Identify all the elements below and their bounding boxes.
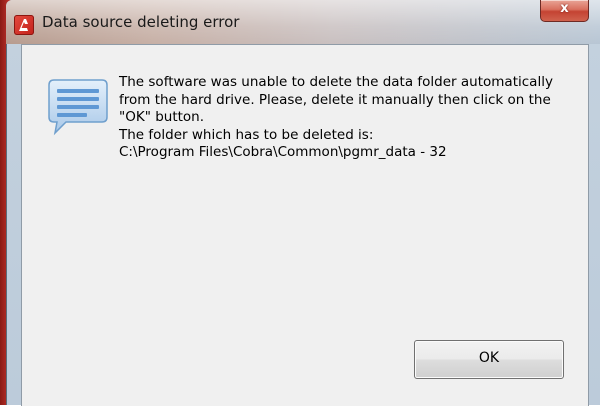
- dialog-client-area: The software was unable to delete the da…: [21, 44, 589, 406]
- title-bar[interactable]: Data source deleting error x: [6, 0, 600, 44]
- message-line: from the hard drive. Please, delete it m…: [119, 91, 551, 108]
- info-speech-bubble-icon: [44, 76, 110, 142]
- ok-button-label: OK: [478, 350, 500, 366]
- message-line: The folder which has to be deleted is:: [119, 126, 374, 143]
- message-line: "OK" button.: [119, 109, 205, 126]
- message-line: The software was unable to delete the da…: [119, 74, 553, 90]
- folder-path: C:\Program Files\Cobra\Common\pgmr_data …: [119, 144, 447, 161]
- app-logo-icon: [14, 15, 34, 35]
- close-icon: x: [560, 1, 569, 16]
- close-button[interactable]: x: [540, 0, 589, 22]
- window-title: Data source deleting error: [42, 13, 240, 31]
- ok-button[interactable]: OK: [414, 340, 564, 379]
- dialog-window: Data source deleting error x The softwar…: [0, 0, 600, 406]
- error-message: The software was unable to delete the da…: [119, 74, 579, 162]
